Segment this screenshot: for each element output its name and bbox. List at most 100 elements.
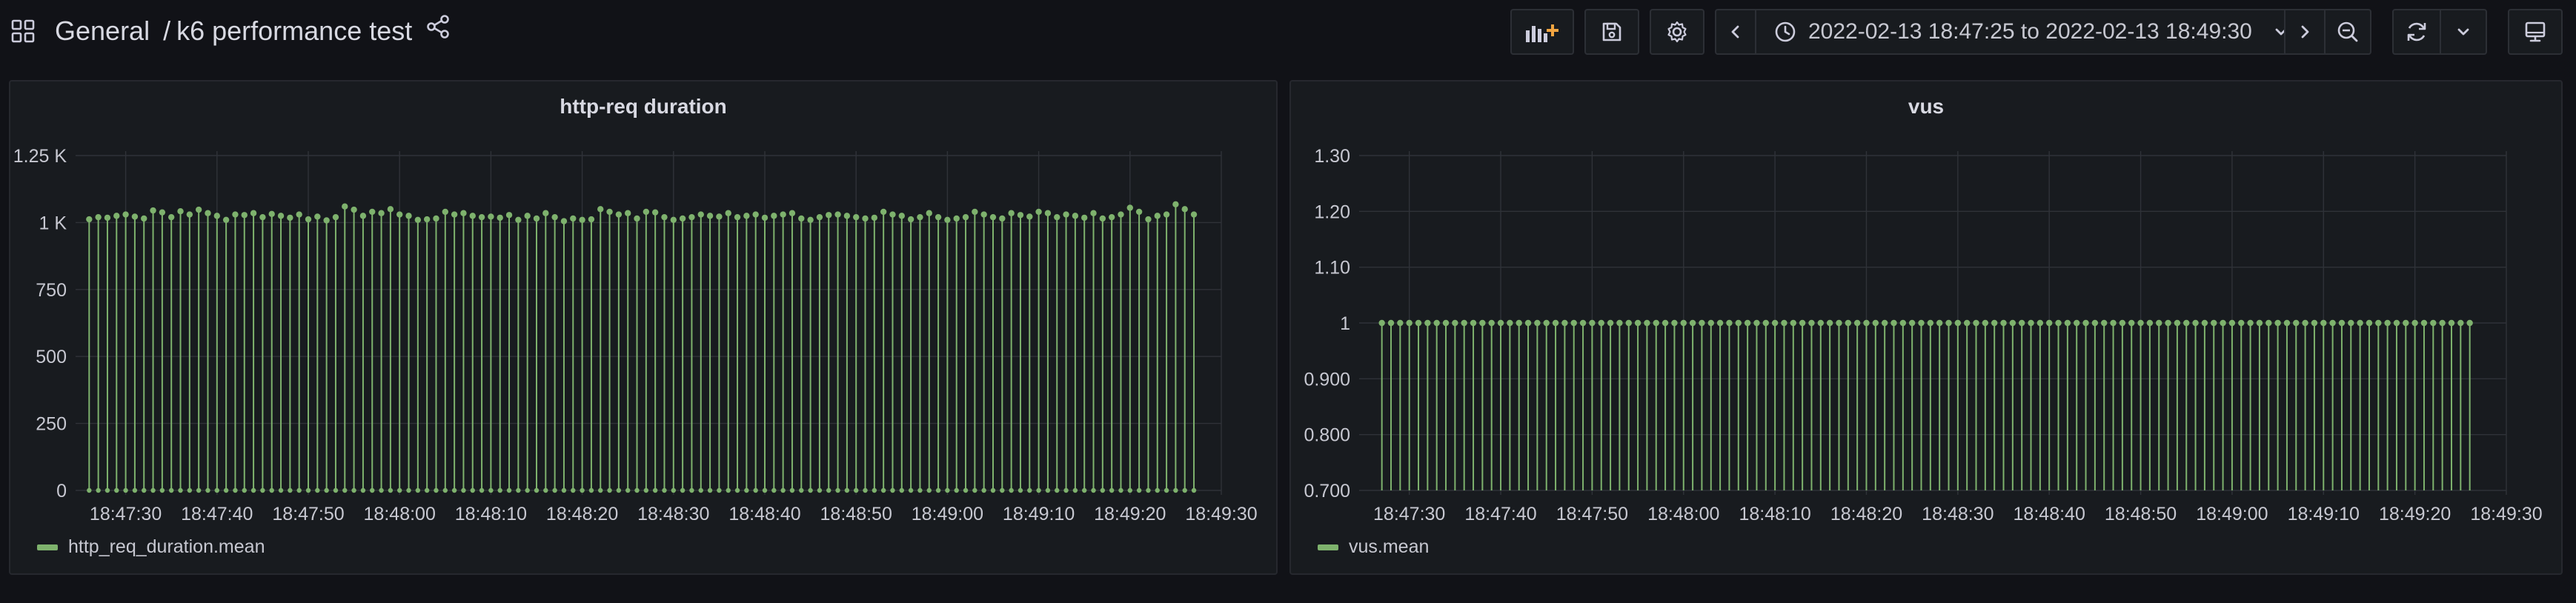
data-point [1963, 319, 1971, 327]
legend-series-label[interactable]: vus.mean [1349, 536, 1429, 558]
data-base-point [132, 487, 138, 493]
y-tick-label: 0.900 [1304, 369, 1350, 390]
data-point [670, 216, 677, 223]
data-base-point [159, 487, 165, 493]
data-point [1397, 319, 1404, 327]
x-tick-label: 18:49:00 [912, 504, 983, 524]
data-point [478, 213, 485, 221]
data-point [2338, 319, 2346, 327]
y-tick-label: 1.30 [1314, 146, 1350, 167]
data-point [1008, 210, 1015, 216]
save-dashboard-button[interactable] [1584, 9, 1639, 55]
data-point [871, 214, 878, 221]
time-range-forward-button[interactable] [2284, 9, 2326, 55]
data-base-point [223, 487, 229, 493]
refresh-button[interactable] [2392, 9, 2441, 55]
vus-chart[interactable]: 0.700 0.800 0.900 1 1.10 1.20 1.30 18:47:30 18:4… [1291, 81, 2564, 576]
data-point [1154, 213, 1161, 219]
data-base-point [945, 487, 950, 493]
data-point [843, 213, 851, 219]
data-base-point [643, 487, 649, 493]
data-point [1406, 319, 1413, 327]
data-point [953, 215, 960, 222]
data-point [469, 213, 476, 219]
dashboard-settings-button[interactable] [1650, 9, 1704, 55]
x-tick-label: 18:47:40 [181, 504, 253, 524]
panel-vus[interactable]: vus 0.700 0.800 0.900 1 1.10 1.20 1.30 18:47:30… [1289, 80, 2563, 575]
x-tick-label: 18:49:00 [2196, 504, 2268, 524]
breadcrumb-folder-link[interactable]: General [55, 16, 150, 47]
legend-swatch [1318, 544, 1338, 550]
time-range-back-button[interactable] [1715, 9, 1756, 55]
y-tick-label: 1.25 K [13, 146, 67, 167]
data-base-point [269, 487, 274, 493]
add-panel-button[interactable] [1510, 9, 1574, 55]
data-base-point [872, 487, 877, 493]
data-point [2238, 319, 2245, 327]
data-point [898, 213, 906, 219]
data-point [524, 213, 531, 219]
share-icon[interactable] [425, 14, 451, 39]
data-point [1118, 211, 1124, 218]
data-point [2091, 319, 2099, 327]
x-tick-label: 18:48:20 [1830, 504, 1902, 524]
data-point [1689, 319, 1696, 327]
data-point [907, 216, 914, 223]
data-point [1190, 211, 1198, 218]
data-base-point [771, 487, 777, 493]
data-point [1790, 319, 1796, 327]
data-point [342, 203, 348, 210]
data-point [159, 209, 166, 216]
legend-series-label[interactable]: http_req_duration.mean [68, 536, 265, 558]
refresh-interval-dropdown[interactable] [2440, 9, 2487, 55]
data-point [2018, 319, 2025, 327]
zoom-out-button[interactable] [2324, 9, 2371, 55]
data-point [2174, 319, 2181, 327]
data-point [1991, 319, 1998, 327]
data-point [1781, 319, 1787, 327]
x-tick-label: 18:48:00 [364, 504, 436, 524]
data-point [323, 217, 330, 224]
y-tick-label: 250 [36, 414, 67, 435]
tv-mode-button[interactable] [2508, 9, 2563, 55]
data-point [1461, 319, 1467, 327]
y-tick-label: 750 [36, 280, 67, 301]
http-req-duration-chart[interactable]: 0 250 500 750 1 K 1.25 K 18:47:30 18:47:40 18:47… [10, 81, 1279, 576]
x-tick-label: 18:47:50 [272, 504, 344, 524]
data-base-point [1191, 487, 1197, 493]
time-picker-button[interactable]: 2022-02-13 18:47:25 to 2022-02-13 18:49:… [1755, 9, 2287, 55]
data-base-point [1045, 487, 1051, 493]
data-point [1099, 215, 1106, 222]
data-point [2320, 319, 2327, 327]
dashboard-title[interactable]: k6 performance test [176, 16, 412, 47]
data-point [1433, 319, 1440, 327]
x-tick-label: 18:48:40 [2014, 504, 2085, 524]
data-point [697, 211, 704, 218]
data-base-point [835, 487, 840, 493]
data-point [95, 213, 102, 221]
data-base-point [789, 487, 795, 493]
apps-grid-icon[interactable] [10, 19, 36, 44]
x-tick-label: 18:48:30 [637, 504, 709, 524]
x-tick-label: 18:49:20 [1094, 504, 1166, 524]
x-tick-label: 18:48:10 [1739, 504, 1810, 524]
data-base-point [543, 487, 548, 493]
data-point [2055, 319, 2062, 327]
data-point [186, 211, 193, 218]
data-point [2439, 319, 2446, 327]
data-base-point [726, 487, 731, 493]
data-base-point [917, 487, 923, 493]
data-point [2220, 319, 2226, 327]
data-point [488, 213, 494, 220]
data-point [1872, 319, 1879, 327]
data-base-point [1055, 487, 1060, 493]
data-point [1497, 319, 1504, 327]
panel-http-req-duration[interactable]: http-req duration 0 250 500 750 1 K 1.25 K 18:… [9, 80, 1278, 575]
data-point [259, 213, 266, 221]
data-base-point [397, 487, 402, 493]
data-point [359, 213, 367, 219]
data-point [1561, 319, 1568, 327]
data-point [1753, 319, 1760, 327]
data-base-point [379, 487, 384, 493]
data-point [579, 216, 585, 223]
